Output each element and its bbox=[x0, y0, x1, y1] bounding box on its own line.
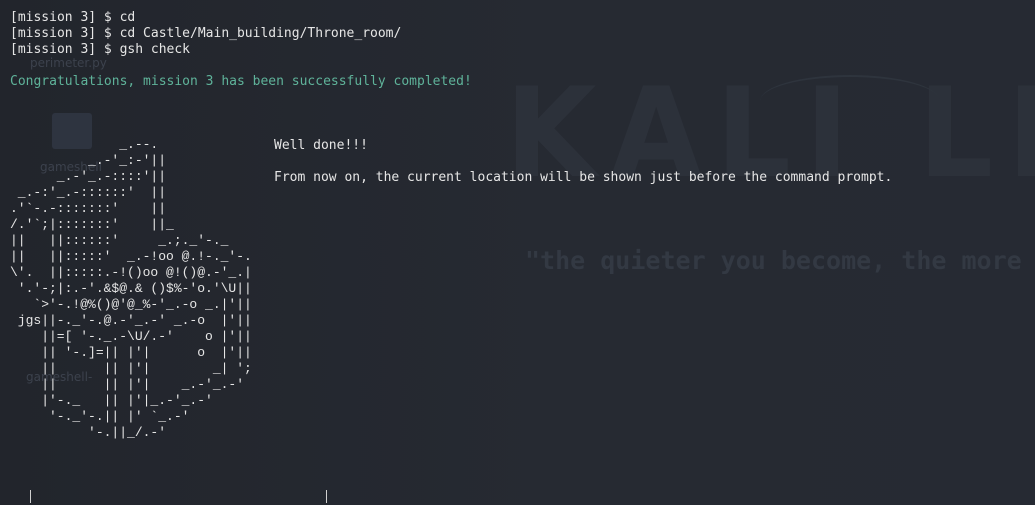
terminal-line: [mission 3] $ cd Castle/Main_building/Th… bbox=[10, 26, 402, 41]
terminal-line: [mission 3] $ gsh check bbox=[10, 42, 191, 57]
well-done-message: Well done!!! From now on, the current lo… bbox=[274, 138, 892, 186]
frame-border-marker-right bbox=[326, 490, 327, 503]
well-done-body: From now on, the current location will b… bbox=[274, 170, 893, 185]
kali-wallpaper-slogan: "the quieter you become, the more bbox=[525, 246, 1022, 275]
mission-success-message: Congratulations, mission 3 has been succ… bbox=[10, 74, 472, 89]
kali-dragon-swoosh bbox=[760, 75, 940, 127]
castle-ascii-art: _.--. _.-'_:-'|| _.-'_.-::::'|| _.-:'_.-… bbox=[10, 137, 252, 440]
frame-border-marker-left bbox=[30, 490, 31, 503]
terminal-line: [mission 3] $ cd bbox=[10, 10, 136, 25]
terminal-output[interactable]: [mission 3] $ cd [mission 3] $ cd Castle… bbox=[10, 10, 472, 90]
well-done-title: Well done!!! bbox=[274, 138, 368, 153]
